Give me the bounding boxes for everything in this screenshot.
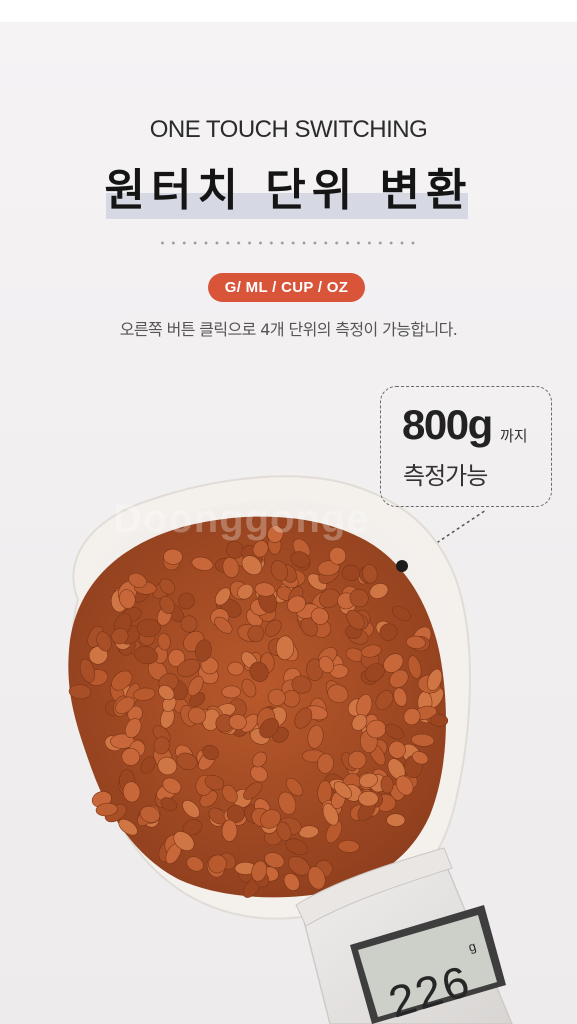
kibble-piece <box>358 790 379 807</box>
kibble-piece <box>221 819 238 842</box>
callout-dot <box>396 560 408 572</box>
kibble-piece <box>430 714 449 727</box>
capacity-suffix: 까지 <box>500 427 528 445</box>
capacity-label: 측정가능 <box>403 462 488 490</box>
kibble-piece <box>386 813 406 827</box>
capacity-value: 800g <box>402 401 493 448</box>
watermark-logo: Doonggonge <box>113 497 370 541</box>
